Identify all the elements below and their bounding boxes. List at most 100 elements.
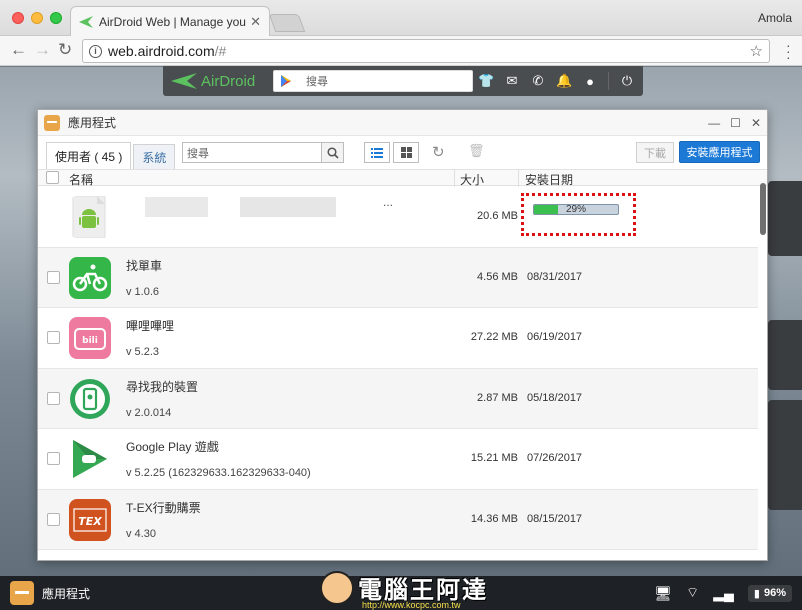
mail-add-icon[interactable]: ✉ [504,73,520,89]
tab-system-apps[interactable]: 系統 [133,144,176,169]
app-install-date: 06/19/2017 [527,331,583,343]
maximize-icon[interactable]: ☐ [730,116,741,130]
profile-name[interactable]: Amola [758,11,792,25]
play-store-search-input[interactable]: 搜尋 [273,70,473,92]
info-icon[interactable]: i [89,44,102,58]
search-icon[interactable] [321,143,343,162]
app-name: T-EX行動購票 [126,500,201,515]
install-progress-bar: 29% [533,204,619,215]
watermark-url: http://www.kocpc.com.tw [362,600,461,610]
select-all-checkbox[interactable] [46,171,59,184]
app-version: v 5.2.3 [126,346,160,358]
svg-text:TEX: TEX [78,515,102,528]
row-checkbox[interactable] [47,512,60,526]
list-item[interactable]: TEX T-EX行動購票 v 4.30 14.36 MB 08/15/2017 [38,489,758,550]
progress-text: 29% [565,204,586,215]
svg-text:bili: bili [82,336,98,346]
app-size: 20.6 MB [477,210,518,222]
row-checkbox[interactable] [47,391,60,405]
app-size: 14.36 MB [470,512,518,525]
tab-user-apps[interactable]: 使用者 ( 45 ) [46,142,132,169]
browser-tab[interactable]: AirDroid Web | Manage your ph ✕ [70,6,270,36]
row-checkbox[interactable] [47,331,60,344]
install-app-button[interactable]: 安裝應用程式 [679,141,760,163]
airdroid-logo-icon [79,15,93,28]
address-bar[interactable]: i web.airdroid.com/# ☆ [82,39,770,63]
app-install-date: 05/18/2017 [527,391,583,404]
app-search-input[interactable]: 搜尋 [182,142,344,163]
monitor-icon[interactable]: 🖥 [654,585,672,602]
app-size: 2.87 MB [477,391,518,404]
battery-level: 96% [763,587,786,599]
grid-view-icon[interactable] [393,142,419,163]
table-header: 名稱 大小 安裝日期 [38,169,767,188]
list-item[interactable]: Google Play 遊戲 v 5.2.25 (162329633.16232… [38,429,758,490]
back-arrow-icon[interactable]: ← [10,41,27,59]
app-install-date: 07/26/2017 [527,452,583,464]
list-item[interactable]: 尋找我的裝置 v 2.0.014 2.87 MB 05/18/2017 [38,368,758,429]
signal-icon: ▂▄ [713,584,734,601]
google-play-icon [281,75,291,87]
power-icon[interactable]: ⏻ [619,73,635,89]
minimize-icon[interactable]: — [708,116,720,130]
row-checkbox[interactable] [47,452,60,465]
column-install-date[interactable]: 安裝日期 [525,171,573,188]
new-tab-button[interactable] [268,14,306,32]
apps-window: 應用程式 — ☐ ✕ 使用者 ( 45 ) 系統 搜尋 ↻ 🗑 下載 安裝應用程… [37,109,768,561]
trash-icon[interactable]: 🗑 [468,143,485,159]
airdroid-logo-icon [171,73,197,89]
list-item[interactable]: bili 嗶哩嗶哩 v 5.2.3 27.22 MB 06/19/2017 [38,308,758,369]
find-my-device-icon [70,378,110,419]
blurred-app-name [240,197,336,217]
bell-icon[interactable]: 🔔 [556,73,572,89]
browser-menu-icon[interactable]: · · · [786,38,791,64]
column-size[interactable]: 大小 [460,171,484,188]
app-list: ... 20.6 MB 29% 找單車 v 1.0.6 4.56 MB 08/3… [38,187,758,562]
download-button[interactable]: 下載 [636,142,674,163]
url-host: web.airdroid.com [108,43,215,59]
tab-close-icon[interactable]: ✕ [250,14,261,30]
side-widget[interactable] [768,181,802,256]
window-header[interactable]: 應用程式 — ☐ ✕ [38,110,767,136]
bookmark-star-icon[interactable]: ☆ [750,42,763,60]
user-icon[interactable]: ● [582,74,598,89]
tshirt-icon[interactable]: 👕 [478,73,494,89]
window-title: 應用程式 [68,116,117,130]
refresh-icon[interactable]: ↻ [432,143,445,161]
side-widget[interactable] [768,320,802,390]
battery-icon: ▮ [753,587,760,600]
scrollbar[interactable] [760,183,766,235]
url-path: /# [214,43,227,59]
tab-title: AirDroid Web | Manage your ph [99,14,246,29]
airdroid-logo[interactable]: AirDroid [171,73,267,90]
browser-titlebar: AirDroid Web | Manage your ph ✕ Amola [0,0,802,36]
app-version: v 2.0.014 [126,406,172,419]
ellipsis: ... [383,195,394,209]
bilibili-icon: bili [69,317,111,359]
column-name[interactable]: 名稱 [69,171,93,188]
reload-icon[interactable]: ↻ [58,41,72,59]
divider [454,170,455,187]
side-widget[interactable] [768,400,802,510]
list-item[interactable]: 找單車 v 1.0.6 4.56 MB 08/31/2017 [38,247,758,308]
app-name: Google Play 遊戲 [126,440,219,454]
list-item[interactable] [38,550,758,562]
close-window-button[interactable] [12,12,24,24]
app-install-date: 08/31/2017 [527,270,583,283]
forward-arrow-icon[interactable]: → [34,41,51,59]
close-icon[interactable]: ✕ [751,116,761,130]
app-name: 嗶哩嗶哩 [126,319,175,333]
maximize-window-button[interactable] [50,12,62,24]
wifi-icon: ⌔ [686,584,700,600]
taskbar-app-label: 應用程式 [42,586,91,601]
app-size: 15.21 MB [470,452,518,464]
app-version: v 4.30 [126,527,156,540]
app-version: v 1.0.6 [126,285,160,298]
phone-icon[interactable]: ✆ [530,73,546,89]
taskbar-apps-item[interactable]: 應用程式 [0,581,90,605]
apps-icon [10,581,34,605]
minimize-window-button[interactable] [31,12,43,24]
list-view-icon[interactable] [364,142,390,163]
row-checkbox[interactable] [47,270,60,284]
app-name: 尋找我的裝置 [126,379,199,394]
